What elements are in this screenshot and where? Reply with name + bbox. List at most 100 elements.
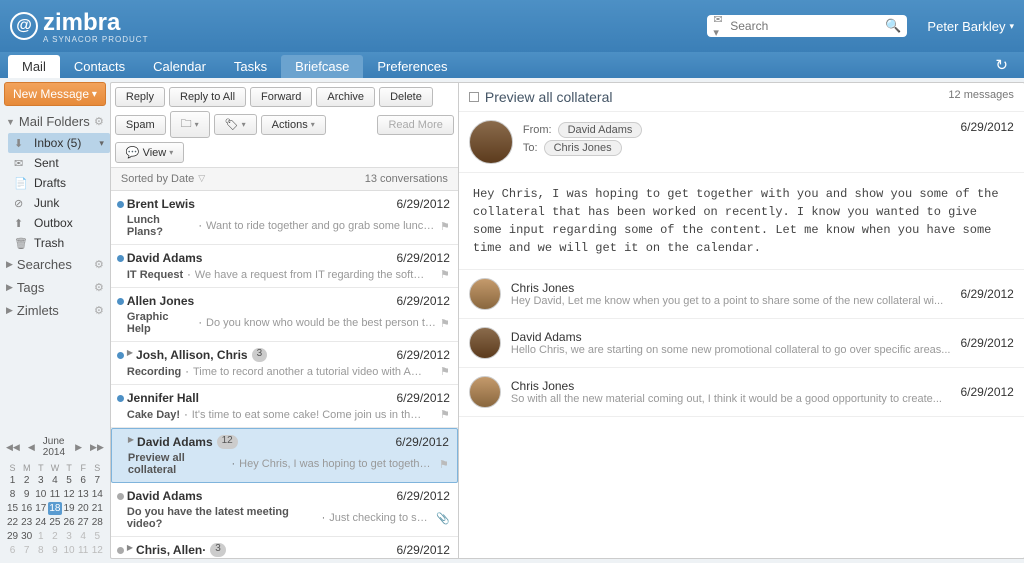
calendar-day[interactable]: 20 [77, 502, 90, 515]
conversation-item[interactable]: Brent Lewis6/29/2012Lunch Plans? · Want … [111, 191, 458, 245]
tab-calendar[interactable]: Calendar [139, 55, 220, 78]
calendar-day[interactable]: 9 [48, 544, 61, 557]
tab-briefcase[interactable]: Briefcase [281, 55, 363, 78]
flag-icon[interactable]: ⚑ [440, 220, 450, 233]
expand-icon[interactable]: ▶ [127, 543, 133, 557]
calendar-day[interactable]: 4 [48, 474, 61, 487]
calendar-day[interactable]: 10 [63, 544, 76, 557]
calendar-day[interactable]: 3 [34, 474, 47, 487]
folder-sent[interactable]: ✉Sent [8, 153, 110, 173]
tab-mail[interactable]: Mail [8, 55, 60, 78]
calendar-day[interactable]: 2 [20, 474, 33, 487]
calendar-day[interactable]: 23 [20, 516, 33, 529]
thread-item[interactable]: David AdamsHello Chris, we are starting … [459, 319, 1024, 368]
calendar-day[interactable]: 21 [91, 502, 104, 515]
thread-item[interactable]: Chris JonesSo with all the new material … [459, 368, 1024, 417]
expand-icon[interactable]: ▶ [128, 435, 134, 449]
calendar-day[interactable]: 10 [34, 488, 47, 501]
actions-menu[interactable]: Actions▾ [261, 115, 326, 135]
calendar-day[interactable]: 14 [91, 488, 104, 501]
mail-scope-icon[interactable]: ✉ ▾ [713, 13, 726, 39]
flag-icon[interactable]: ⚑ [440, 365, 450, 378]
calendar-day[interactable]: 8 [34, 544, 47, 557]
search-input[interactable] [730, 19, 885, 33]
calendar-day[interactable]: 19 [63, 502, 76, 515]
sidebar-section-searches[interactable]: ▶Searches⚙ [0, 253, 110, 276]
spam-button[interactable]: Spam [115, 115, 166, 135]
calendar-day[interactable]: 1 [6, 474, 19, 487]
calendar-day[interactable]: 5 [63, 474, 76, 487]
folder-drafts[interactable]: 📄Drafts [8, 173, 110, 193]
expand-icon[interactable]: ▶ [127, 348, 133, 362]
calendar-day[interactable]: 2 [48, 530, 61, 543]
tag-menu[interactable]: 🏷▾ [214, 114, 257, 135]
calendar-day[interactable]: 22 [6, 516, 19, 529]
folder-inbox[interactable]: ⬇Inbox (5)▾ [8, 133, 110, 153]
delete-button[interactable]: Delete [379, 87, 433, 107]
calendar-day[interactable]: 24 [34, 516, 47, 529]
user-menu[interactable]: Peter Barkley ▾ [927, 19, 1014, 34]
conversation-item[interactable]: David Adams6/29/2012IT Request · We have… [111, 245, 458, 288]
calendar-day[interactable]: 30 [20, 530, 33, 543]
cal-next-month[interactable]: ▶ [75, 442, 82, 453]
calendar-day[interactable]: 12 [63, 488, 76, 501]
calendar-day[interactable]: 18 [48, 502, 61, 515]
calendar-day[interactable]: 9 [20, 488, 33, 501]
cal-next-year[interactable]: ▶▶ [90, 442, 104, 453]
conversation-item[interactable]: David Adams6/29/2012Do you have the late… [111, 483, 458, 537]
calendar-day[interactable]: 3 [63, 530, 76, 543]
cal-prev-year[interactable]: ◀◀ [6, 442, 20, 453]
search-icon[interactable]: 🔍 [885, 18, 901, 34]
gear-icon[interactable]: ⚙ [94, 115, 104, 128]
calendar-day[interactable]: 6 [77, 474, 90, 487]
calendar-day[interactable]: 5 [91, 530, 104, 543]
new-message-button[interactable]: New Message ▾ [4, 82, 106, 106]
conversation-item[interactable]: ▶David Adams126/29/2012Preview all colla… [111, 428, 458, 483]
calendar-day[interactable]: 15 [6, 502, 19, 515]
read-more-button[interactable]: Read More [377, 115, 453, 135]
archive-button[interactable]: Archive [316, 87, 375, 107]
calendar-day[interactable]: 16 [20, 502, 33, 515]
list-header[interactable]: Sorted by Date ▽ 13 conversations [111, 168, 458, 191]
conversation-item[interactable]: ▶Josh, Allison, Chris36/29/2012Recording… [111, 342, 458, 385]
calendar-day[interactable]: 7 [20, 544, 33, 557]
sidebar-section-tags[interactable]: ▶Tags⚙ [0, 276, 110, 299]
tab-tasks[interactable]: Tasks [220, 55, 281, 78]
conversation-item[interactable]: ▶Chris, Allen·36/29/2012Screenshots need… [111, 537, 458, 558]
calendar-day[interactable]: 11 [77, 544, 90, 557]
calendar-day[interactable]: 6 [6, 544, 19, 557]
gear-icon[interactable]: ⚙ [94, 258, 104, 271]
gear-icon[interactable]: ⚙ [94, 281, 104, 294]
forward-button[interactable]: Forward [250, 87, 312, 107]
calendar-day[interactable]: 17 [34, 502, 47, 515]
calendar-day[interactable]: 25 [48, 516, 61, 529]
calendar-day[interactable]: 7 [91, 474, 104, 487]
view-menu[interactable]: 💬 View▾ [115, 142, 184, 163]
sidebar-section-mail-folders[interactable]: ▼Mail Folders⚙ [0, 110, 110, 133]
calendar-day[interactable]: 27 [77, 516, 90, 529]
calendar-day[interactable]: 11 [48, 488, 61, 501]
folder-outbox[interactable]: ⬆Outbox [8, 213, 110, 233]
to-chip[interactable]: Chris Jones [544, 140, 622, 156]
flag-icon[interactable]: ⚑ [440, 408, 450, 421]
expand-icon[interactable] [469, 92, 479, 102]
calendar-day[interactable]: 28 [91, 516, 104, 529]
flag-icon[interactable]: ⚑ [440, 317, 450, 330]
conversation-item[interactable]: Jennifer Hall6/29/2012Cake Day! · It's t… [111, 385, 458, 428]
tab-preferences[interactable]: Preferences [363, 55, 461, 78]
gear-icon[interactable]: ⚙ [94, 304, 104, 317]
search-box[interactable]: ✉ ▾ 🔍 [707, 15, 907, 37]
calendar-day[interactable]: 29 [6, 530, 19, 543]
move-menu[interactable]: 🗀▾ [170, 111, 210, 138]
tab-contacts[interactable]: Contacts [60, 55, 139, 78]
calendar-day[interactable]: 4 [77, 530, 90, 543]
reply-button[interactable]: Reply [115, 87, 165, 107]
flag-icon[interactable]: ⚑ [439, 458, 449, 471]
folder-junk[interactable]: ⊘Junk [8, 193, 110, 213]
cal-prev-month[interactable]: ◀ [28, 442, 35, 453]
reply-all-button[interactable]: Reply to All [169, 87, 246, 107]
conversation-item[interactable]: Allen Jones6/29/2012Graphic Help · Do yo… [111, 288, 458, 342]
folder-trash[interactable]: 🗑Trash [8, 233, 110, 253]
calendar-day[interactable]: 26 [63, 516, 76, 529]
calendar-day[interactable]: 8 [6, 488, 19, 501]
